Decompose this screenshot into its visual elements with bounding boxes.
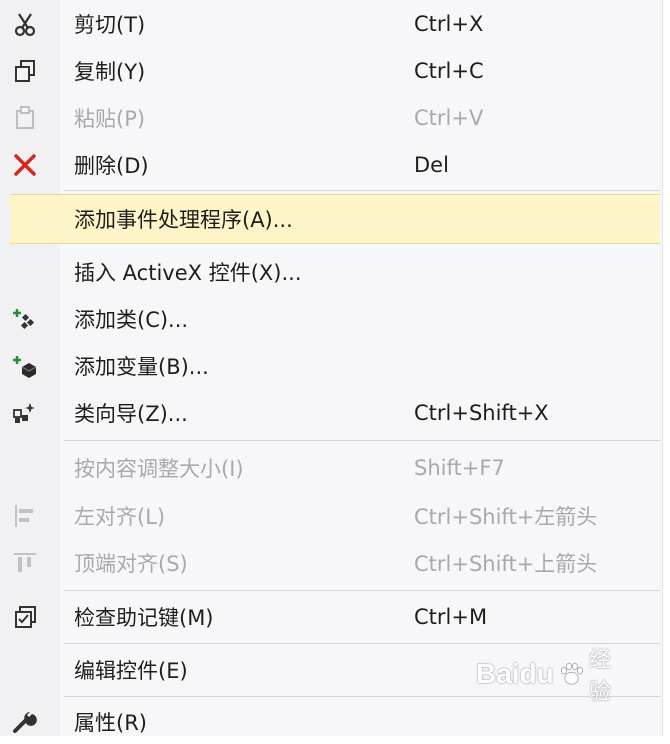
- menu-item-label: 粘贴(P): [74, 107, 146, 131]
- menu-separator: [64, 643, 660, 644]
- watermark-brand: Baidu: [476, 658, 554, 689]
- menu-item-shortcut: Ctrl+V: [414, 106, 484, 130]
- paw-icon: [560, 662, 583, 685]
- menu-item-label: 添加类(C)...: [74, 308, 189, 332]
- menu-item-label: 类向导(Z)...: [74, 402, 188, 426]
- delete-x-icon: [12, 152, 38, 178]
- menu-item-shortcut: Ctrl+M: [414, 605, 488, 629]
- menu-item-class-wizard[interactable]: 类向导(Z)... Ctrl+Shift+X: [0, 391, 662, 435]
- menu-item-label: 属性(R): [74, 711, 147, 735]
- menu-item-add-class[interactable]: 添加类(C)...: [0, 297, 662, 341]
- menu-item-label: 插入 ActiveX 控件(X)...: [74, 261, 302, 285]
- menu-item-shortcut: Ctrl+C: [414, 59, 484, 83]
- menu-item-shortcut: Ctrl+Shift+左箭头: [414, 505, 598, 529]
- menu-item-paste: 粘贴(P) Ctrl+V: [0, 96, 662, 140]
- menu-item-label: 顶端对齐(S): [74, 552, 188, 576]
- menu-item-shortcut: Del: [414, 153, 449, 177]
- menu-item-align-left: 左对齐(L) Ctrl+Shift+左箭头: [0, 494, 662, 538]
- menu-item-shortcut: Ctrl+Shift+X: [414, 401, 549, 425]
- menu-item-align-top: 顶端对齐(S) Ctrl+Shift+上箭头: [0, 541, 662, 585]
- menu-separator: [64, 440, 660, 441]
- menu-item-label: 添加变量(B)...: [74, 355, 209, 379]
- menu-item-add-event-handler[interactable]: 添加事件处理程序(A)...: [10, 194, 660, 244]
- class-wizard-icon: [12, 400, 38, 426]
- menu-item-shortcut: Ctrl+Shift+上箭头: [414, 552, 598, 576]
- add-variable-icon: [12, 353, 38, 379]
- wrench-icon: [12, 709, 38, 735]
- menu-item-delete[interactable]: 删除(D) Del: [0, 143, 662, 187]
- menu-item-check-mnemonics[interactable]: 检查助记键(M) Ctrl+M: [0, 595, 662, 639]
- menu-item-label: 左对齐(L): [74, 505, 166, 529]
- menu-item-label: 复制(Y): [74, 60, 146, 84]
- context-menu: 剪切(T) Ctrl+X 复制(Y) Ctrl+C 粘贴(P) Ctrl+V 删…: [0, 0, 663, 736]
- menu-item-shortcut: Shift+F7: [414, 456, 505, 480]
- add-class-icon: [12, 306, 38, 332]
- check-mnemonics-icon: [12, 604, 38, 630]
- menu-item-copy[interactable]: 复制(Y) Ctrl+C: [0, 49, 662, 93]
- menu-separator: [64, 190, 660, 191]
- menu-item-label: 按内容调整大小(I): [74, 457, 244, 481]
- copy-icon: [12, 58, 38, 84]
- menu-separator: [64, 590, 660, 591]
- menu-item-label: 添加事件处理程序(A)...: [74, 208, 293, 232]
- menu-item-cut[interactable]: 剪切(T) Ctrl+X: [0, 2, 662, 46]
- paste-icon: [12, 105, 38, 131]
- menu-item-properties[interactable]: 属性(R): [0, 700, 662, 744]
- scissors-icon: [12, 11, 38, 37]
- menu-item-insert-activex[interactable]: 插入 ActiveX 控件(X)...: [0, 250, 662, 294]
- baidu-watermark: Baidu 经验: [476, 647, 626, 704]
- menu-item-size-to-content: 按内容调整大小(I) Shift+F7: [0, 446, 662, 490]
- align-top-icon: [12, 550, 38, 576]
- menu-item-label: 检查助记键(M): [74, 606, 214, 630]
- align-left-icon: [12, 503, 38, 529]
- menu-item-label: 剪切(T): [74, 13, 146, 37]
- watermark-suffix: 经验: [588, 647, 611, 704]
- menu-item-shortcut: Ctrl+X: [414, 12, 484, 36]
- menu-item-label: 删除(D): [74, 154, 149, 178]
- menu-item-add-variable[interactable]: 添加变量(B)...: [0, 344, 662, 388]
- menu-item-label: 编辑控件(E): [74, 659, 188, 683]
